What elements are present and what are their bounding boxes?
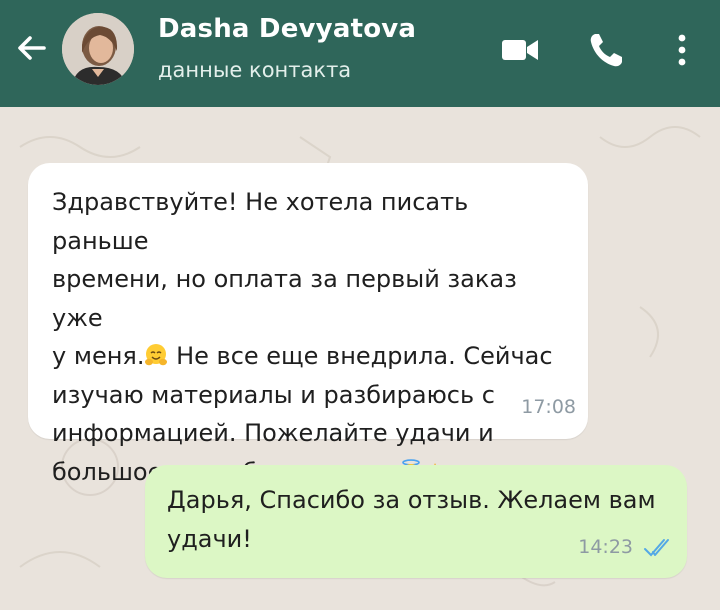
contact-subtitle[interactable]: данные контакта xyxy=(158,58,351,82)
message-line: удачи! xyxy=(167,524,252,553)
message-line: информацией. Пожелайте удачи и xyxy=(52,419,494,447)
incoming-message[interactable]: Здравствуйте! Не хотела писать раньше вр… xyxy=(28,163,588,486)
message-line: Дарья, Спасибо за отзыв. Желаем вам xyxy=(167,486,656,514)
message-line: изучаю материалы и разбираюсь с xyxy=(52,380,495,409)
message-line: Здравствуйте! Не хотела писать раньше xyxy=(52,188,469,255)
contact-name[interactable]: Dasha Devyatova xyxy=(158,14,416,44)
message-line: у меня. xyxy=(52,342,145,370)
hugging-face-emoji xyxy=(145,344,168,366)
message-time: 17:08 xyxy=(521,396,576,418)
message-text: Здравствуйте! Не хотела писать раньше вр… xyxy=(52,183,572,491)
double-check-read-icon xyxy=(644,539,669,557)
arrow-left-icon[interactable] xyxy=(14,30,50,66)
message-line: времени, но оплата за первый заказ уже xyxy=(52,265,517,332)
outgoing-message[interactable]: Дарья, Спасибо за отзыв. Желаем вам удач… xyxy=(145,465,687,578)
phone-icon[interactable] xyxy=(586,30,626,70)
video-call-icon[interactable] xyxy=(500,30,540,70)
message-time: 14:23 xyxy=(578,536,633,558)
more-vertical-icon[interactable] xyxy=(662,30,702,70)
message-line: Не все еще внедрила. Сейчас xyxy=(176,342,553,370)
chat-header: Dasha Devyatova данные контакта xyxy=(0,0,720,107)
avatar[interactable] xyxy=(62,13,134,85)
